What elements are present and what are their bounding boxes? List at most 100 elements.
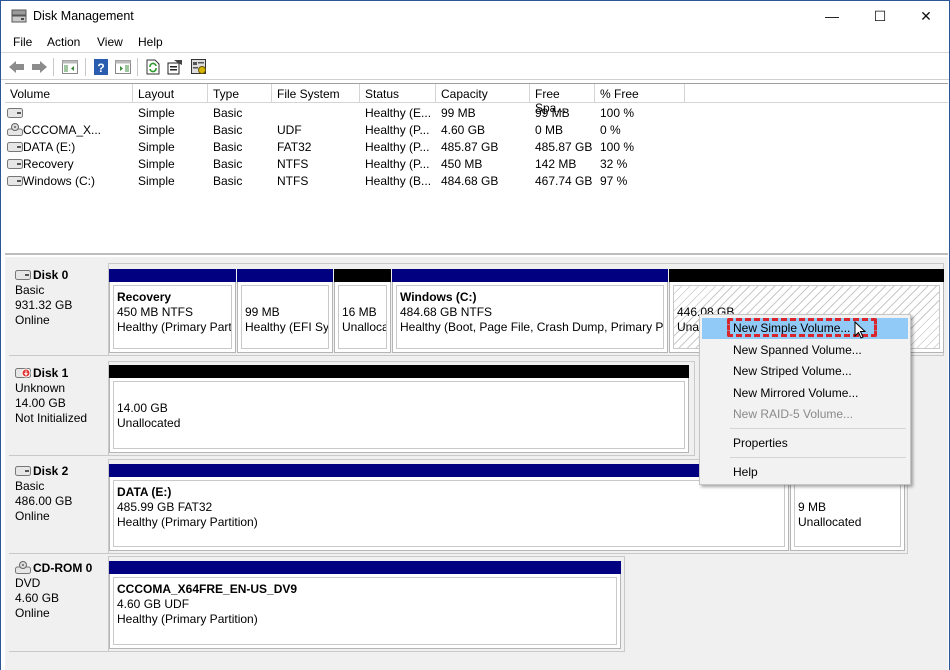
cdrom-0-label[interactable]: CD-ROM 0 DVD 4.60 GB Online	[9, 556, 109, 652]
partition-status: Unallocated	[798, 515, 862, 529]
cell-percent-free: 32 %	[600, 157, 628, 171]
table-row[interactable]: Windows (C:) Simple Basic NTFS Healthy (B...…	[5, 173, 948, 190]
help-button[interactable]: ?	[92, 58, 110, 76]
partition-disk1-unallocated[interactable]: 14.00 GB Unallocated	[109, 365, 689, 453]
column-header-status[interactable]: Status	[360, 84, 436, 103]
disk-name: Disk 1	[33, 366, 69, 380]
menu-item-properties[interactable]: Properties	[702, 433, 908, 454]
menu-separator	[730, 428, 906, 429]
partition-title: Windows (C:)	[400, 290, 477, 304]
partition-efi-system[interactable]: 99 MB Healthy (EFI Sys	[237, 269, 333, 353]
column-header-layout[interactable]: Layout	[133, 84, 208, 103]
partition-title: Recovery	[117, 290, 172, 304]
disk-1-label[interactable]: Disk 1 Unknown 14.00 GB Not Initialized	[9, 361, 109, 456]
menu-action[interactable]: Action	[47, 35, 80, 49]
table-row[interactable]: DATA (E:) Simple Basic FAT32 Healthy (P... 48…	[5, 139, 948, 156]
primary-partition-bar	[109, 464, 789, 477]
cell-type: Basic	[213, 157, 243, 171]
menu-file[interactable]: File	[13, 35, 32, 49]
cell-file-system: FAT32	[277, 140, 312, 154]
close-button[interactable]: ✕	[903, 1, 949, 31]
forward-button[interactable]	[30, 58, 48, 76]
partition-size: 16 MB	[342, 305, 377, 319]
partition-status: Unalloca	[342, 320, 387, 334]
maximize-icon: ☐	[873, 7, 887, 24]
cell-type: Basic	[213, 106, 243, 120]
partition-size: 4.60 GB UDF	[117, 597, 190, 611]
menu-item-new-spanned-volume[interactable]: New Spanned Volume...	[702, 340, 908, 361]
maximize-button[interactable]: ☐	[857, 1, 903, 31]
show-action-pane-button[interactable]	[114, 58, 132, 76]
partition-size: 484.68 GB NTFS	[400, 305, 493, 319]
cell-capacity: 485.87 GB	[441, 140, 499, 154]
partition-size: 450 MB NTFS	[117, 305, 194, 319]
volume-list: Volume Layout Type File System Status Ca…	[5, 83, 948, 255]
disk-state: Online	[15, 313, 50, 327]
disk-management-app-icon	[11, 9, 27, 23]
table-row[interactable]: Recovery Simple Basic NTFS Healthy (P... 450 …	[5, 156, 948, 173]
refresh-button[interactable]	[144, 58, 162, 76]
window-title: Disk Management	[33, 9, 134, 23]
properties-button[interactable]	[166, 58, 184, 76]
disk-0-label[interactable]: Disk 0 Basic 931.32 GB Online	[9, 263, 109, 356]
drive-icon	[7, 142, 23, 152]
partition-recovery[interactable]: Recovery 450 MB NTFS Healthy (Primary Part	[109, 269, 236, 353]
partition-size: 9 MB	[798, 500, 827, 514]
cd-drive-icon	[7, 123, 23, 136]
partition-size: 99 MB	[245, 305, 280, 319]
table-row[interactable]: Simple Basic Healthy (E... 99 MB 99 MB 100 %	[5, 105, 948, 122]
menu-item-new-striped-volume[interactable]: New Striped Volume...	[702, 361, 908, 382]
back-button[interactable]	[8, 58, 26, 76]
disk-2-label[interactable]: Disk 2 Basic 486.00 GB Online	[9, 459, 109, 554]
back-arrow-icon	[9, 61, 24, 73]
cell-status: Healthy (B...	[365, 174, 432, 188]
cell-type: Basic	[213, 123, 243, 137]
cell-status: Healthy (P...	[365, 140, 430, 154]
cell-status: Healthy (E...	[365, 106, 432, 120]
unallocated-bar	[109, 365, 689, 378]
menu-item-new-mirrored-volume[interactable]: New Mirrored Volume...	[702, 383, 908, 404]
disk-settings-icon	[191, 59, 206, 74]
drive-icon	[7, 108, 23, 118]
partition-cccoma-dvd[interactable]: CCCOMA_X64FRE_EN-US_DV9 4.60 GB UDF Health…	[109, 561, 621, 649]
cell-layout: Simple	[138, 174, 175, 188]
disk-management-window: Disk Management — ☐ ✕ File Action View H…	[0, 0, 950, 670]
minimize-button[interactable]: —	[809, 1, 855, 31]
context-menu: New Simple Volume... New Spanned Volume.…	[699, 314, 911, 485]
column-header-type[interactable]: Type	[208, 84, 272, 103]
menu-view[interactable]: View	[97, 35, 123, 49]
toolbar-separator	[137, 58, 138, 76]
cell-type: Basic	[213, 174, 243, 188]
refresh-icon	[146, 59, 160, 75]
drive-icon	[7, 159, 23, 169]
disk-kind: Basic	[15, 479, 45, 493]
show-hide-console-tree-button[interactable]	[61, 58, 79, 76]
column-header-percent-free[interactable]: % Free	[595, 84, 685, 103]
partition-data-e[interactable]: DATA (E:) 485.99 GB FAT32 Healthy (Primary…	[109, 464, 789, 551]
disk-name: CD-ROM 0	[33, 561, 93, 575]
cell-capacity: 4.60 GB	[441, 123, 486, 137]
column-header-free-space[interactable]: Free Spa...	[530, 84, 595, 115]
disk-settings-button[interactable]	[190, 58, 208, 76]
unallocated-bar	[334, 269, 391, 282]
table-row[interactable]: CCCOMA_X... Simple Basic UDF Healthy (P... 4.…	[5, 122, 948, 139]
cell-capacity: 484.68 GB	[441, 174, 499, 188]
cell-type: Basic	[213, 140, 243, 154]
cell-free-space: 467.74 GB	[535, 174, 593, 188]
primary-partition-bar	[237, 269, 333, 282]
menu-help[interactable]: Help	[138, 35, 163, 49]
cell-file-system: NTFS	[277, 157, 309, 171]
menu-item-help[interactable]: Help	[702, 462, 908, 483]
cell-free-space: 99 MB	[535, 106, 570, 120]
partition-unallocated-16mb[interactable]: 16 MB Unalloca	[334, 269, 391, 353]
cell-capacity: 450 MB	[441, 157, 483, 171]
column-header-file-system[interactable]: File System	[272, 84, 360, 103]
partition-status: Healthy (Primary Part	[117, 320, 232, 334]
partition-windows-c[interactable]: Windows (C:) 484.68 GB NTFS Healthy (Boot,…	[392, 269, 668, 353]
disk-size: 14.00 GB	[15, 396, 66, 410]
column-header-empty	[685, 84, 948, 103]
cell-volume: Recovery	[23, 157, 74, 171]
toolbar-separator	[53, 58, 54, 76]
column-header-capacity[interactable]: Capacity	[436, 84, 530, 103]
column-header-volume[interactable]: Volume	[5, 84, 133, 103]
